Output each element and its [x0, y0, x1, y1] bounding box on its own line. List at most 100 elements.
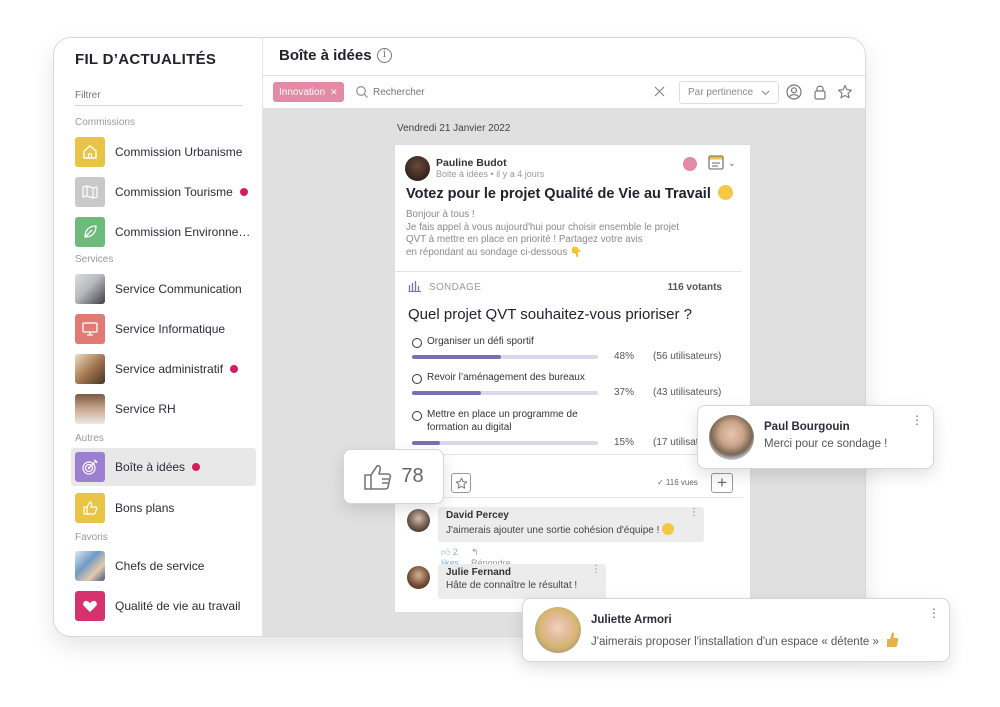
unread-dot	[239, 188, 248, 196]
app-window: FIL D’ACTUALITÉS Commissions Commission …	[53, 37, 866, 637]
post-card: Pauline Budot Boite à idées • il y a 4 j…	[394, 144, 751, 613]
sidebar-item-label: Service Informatique	[115, 322, 226, 336]
floating-comment-juliette: Juliette Armori J'aimerais proposer l'in…	[522, 598, 950, 662]
comment-text: Hâte de connaître le résultat !	[446, 580, 578, 591]
sidebar-item-chefs-de-service[interactable]: Chefs de service	[71, 547, 256, 585]
radio-button[interactable]	[412, 411, 422, 421]
sidebar-item-commission-urbanisme[interactable]: Commission Urbanisme	[71, 133, 256, 171]
sidebar-item-commission-environnement[interactable]: Commission Environne…	[71, 213, 256, 251]
unread-dot	[230, 365, 239, 373]
poll-progress-bar	[412, 391, 598, 395]
sidebar-item-qualite-de-vie[interactable]: Qualité de vie au travail	[71, 587, 256, 625]
post-author[interactable]: Pauline Budot	[436, 157, 507, 169]
comment-bubble: Julie Fernand Hâte de connaître le résul…	[438, 564, 606, 599]
section-autres: Autres	[75, 433, 104, 444]
sort-select[interactable]: Par pertinence	[679, 81, 779, 104]
search-input[interactable]	[373, 83, 633, 101]
poll-option-percent: 48%	[614, 351, 635, 362]
add-button[interactable]: +	[711, 473, 733, 493]
search-icon	[356, 86, 368, 98]
sidebar-item-service-communication[interactable]: Service Communication	[71, 270, 256, 308]
comment-avatar[interactable]	[407, 566, 430, 589]
map-icon	[75, 177, 105, 207]
author-avatar[interactable]	[405, 156, 430, 181]
poll-option-label: Organiser un défi sportif	[427, 336, 534, 347]
sidebar: FIL D’ACTUALITÉS Commissions Commission …	[54, 38, 263, 636]
comment-avatar[interactable]	[535, 607, 581, 653]
filter-input[interactable]	[75, 86, 243, 106]
poll-option-users: (43 utilisateurs)	[653, 387, 722, 398]
sidebar-item-label: Bons plans	[115, 501, 175, 515]
category-color-dot	[683, 157, 697, 171]
comment-author[interactable]: Julie Fernand	[446, 567, 598, 578]
thumbs-up-icon	[364, 464, 392, 490]
main-header: Boîte à idées i	[263, 38, 865, 76]
floating-comment-paul: Paul Bourgouin Merci pour ce sondage ! ⋮	[697, 405, 934, 469]
smile-emoji-icon	[662, 523, 675, 535]
sidebar-item-label: Chefs de service	[115, 559, 205, 573]
comment-avatar[interactable]	[407, 509, 430, 532]
sidebar-item-label: Commission Environne…	[115, 225, 251, 239]
comment-text: Merci pour ce sondage !	[764, 438, 888, 450]
poll-option-users: (56 utilisateurs)	[653, 351, 722, 362]
post-body: Bonjour à tous ! Je fais appel à vous au…	[406, 209, 680, 258]
sidebar-item-label: Commission Tourisme	[115, 185, 233, 199]
monitor-icon	[75, 314, 105, 344]
sidebar-item-bons-plans[interactable]: Bons plans	[71, 489, 256, 527]
like-counter-card[interactable]: 78	[343, 449, 444, 504]
toolbar: Innovation ✕ Par pertinence	[263, 76, 865, 109]
favorite-button[interactable]	[451, 473, 471, 493]
comment-menu-icon[interactable]: ⋮	[689, 508, 699, 518]
sidebar-item-service-informatique[interactable]: Service Informatique	[71, 310, 256, 348]
post-title: Votez pour le projet Qualité de Vie au T…	[406, 185, 733, 202]
radio-button[interactable]	[412, 338, 422, 348]
poll-progress-bar	[412, 441, 598, 445]
filter-chip-innovation[interactable]: Innovation ✕	[273, 82, 344, 102]
main-panel: Boîte à idées i Innovation ✕ Par pertine…	[263, 38, 865, 636]
star-icon	[455, 477, 467, 489]
house-icon	[75, 137, 105, 167]
poll-voters: 116 votants	[667, 282, 722, 293]
sidebar-item-commission-tourisme[interactable]: Commission Tourisme	[71, 173, 256, 211]
comment-menu-icon[interactable]: ⋮	[928, 607, 940, 619]
star-icon[interactable]	[837, 84, 853, 100]
comment-menu-icon[interactable]: ⋮	[911, 414, 923, 426]
poll-option-label: Revoir l’aménagement des bureaux	[427, 372, 585, 383]
poll-label: SONDAGE	[429, 282, 482, 293]
info-icon[interactable]: i	[377, 48, 392, 63]
photo-chefs-icon	[75, 551, 105, 581]
post-menu-chevron-icon[interactable]: ⌄	[728, 158, 736, 169]
poll-progress-fill	[412, 355, 502, 359]
poll-option-percent: 37%	[614, 387, 635, 398]
comment-menu-icon[interactable]: ⋮	[591, 565, 601, 575]
section-commissions: Commissions	[75, 117, 136, 128]
divider	[403, 454, 742, 455]
sidebar-item-label: Service administratif	[115, 362, 224, 376]
user-icon[interactable]	[786, 84, 802, 100]
poll-option-label: Mettre en place un programme de formatio…	[427, 409, 578, 433]
comment-avatar[interactable]	[709, 415, 754, 460]
sidebar-item-label: Commission Urbanisme	[115, 145, 243, 159]
sidebar-item-service-rh[interactable]: Service RH	[71, 390, 256, 428]
poll-progress-fill	[412, 441, 440, 445]
post-type-icon[interactable]	[708, 155, 724, 170]
lock-icon[interactable]	[813, 84, 827, 100]
section-services: Services	[75, 254, 114, 265]
sidebar-title: FIL D’ACTUALITÉS	[75, 51, 217, 68]
comment-author[interactable]: Juliette Armori	[591, 614, 672, 626]
comment-author[interactable]: David Percey	[446, 510, 696, 521]
leaf-icon	[75, 217, 105, 247]
radio-button[interactable]	[412, 374, 422, 384]
photo-rh-icon	[75, 394, 105, 424]
photo-administratif-icon	[75, 354, 105, 384]
clear-search-icon[interactable]	[653, 85, 666, 98]
sidebar-item-label: Qualité de vie au travail	[115, 599, 241, 613]
comment-author[interactable]: Paul Bourgouin	[764, 421, 850, 433]
poll-progress-bar	[412, 355, 598, 359]
sidebar-item-boite-a-idees[interactable]: Boîte à idées	[71, 448, 256, 486]
sort-value: Par pertinence	[688, 87, 754, 98]
chip-close-icon[interactable]: ✕	[330, 87, 338, 98]
comment-bubble: David Percey J'aimerais ajouter une sort…	[438, 507, 704, 542]
sidebar-item-service-administratif[interactable]: Service administratif	[71, 350, 256, 388]
poll-chart-icon	[408, 281, 421, 292]
